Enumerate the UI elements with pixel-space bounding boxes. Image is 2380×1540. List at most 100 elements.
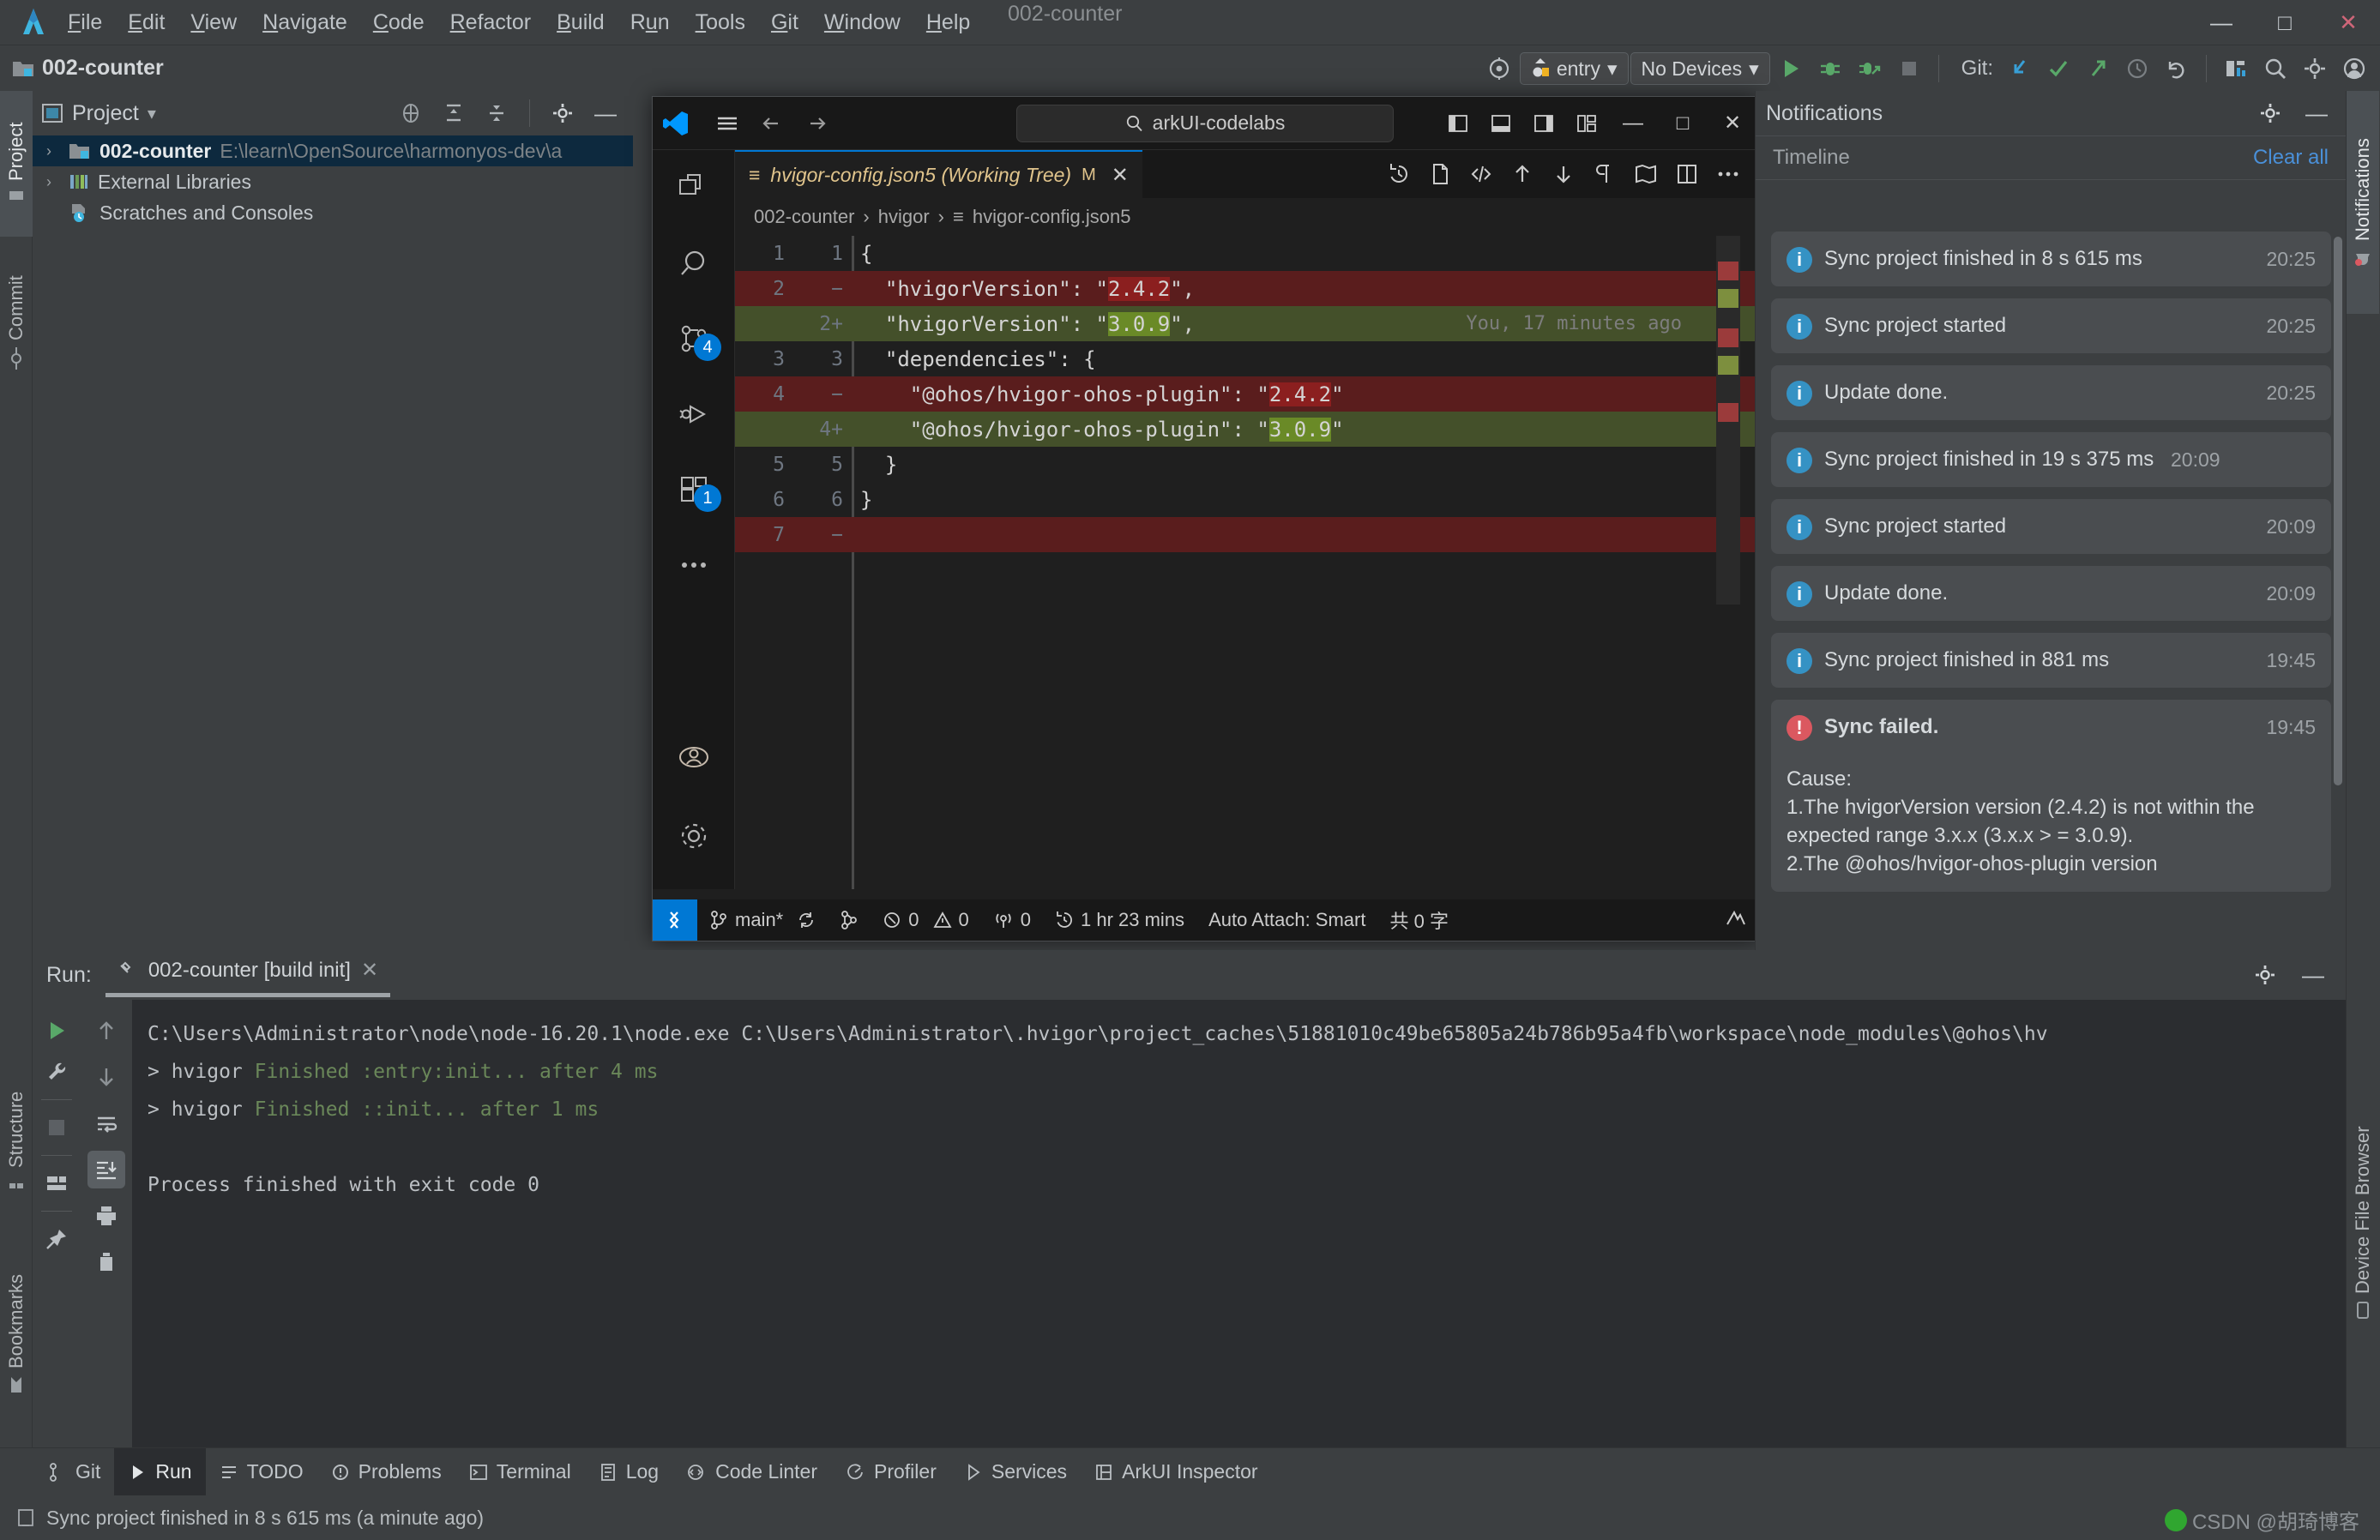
- device-selector[interactable]: No Devices ▾: [1630, 52, 1770, 85]
- vscode-maximize-button[interactable]: □: [1658, 97, 1708, 150]
- accounts-icon[interactable]: [653, 719, 735, 795]
- status-git-graph[interactable]: [828, 899, 871, 941]
- project-chip[interactable]: 002-counter: [12, 56, 164, 81]
- print-icon[interactable]: [87, 1197, 125, 1235]
- minimize-button[interactable]: —: [2190, 0, 2253, 45]
- sidebar-item-bookmarks[interactable]: Bookmarks: [0, 1240, 33, 1429]
- tree-item-project-root[interactable]: › 002-counter E:\learn\OpenSource\harmon…: [33, 135, 633, 166]
- chevron-right-icon[interactable]: ›: [46, 173, 60, 191]
- toggle-secondary-sidebar-icon[interactable]: [1522, 97, 1565, 150]
- menu-tools[interactable]: Tools: [683, 8, 758, 37]
- layout-settings-icon[interactable]: [38, 1164, 75, 1202]
- open-file-icon[interactable]: [1421, 150, 1459, 198]
- settings-gear-icon[interactable]: [2296, 50, 2334, 87]
- status-branch[interactable]: main*: [697, 899, 828, 941]
- bottom-tab-terminal[interactable]: Terminal: [455, 1448, 585, 1496]
- collapse-all-icon[interactable]: [478, 94, 515, 132]
- stop-icon[interactable]: [38, 1109, 75, 1146]
- command-center-search[interactable]: arkUI-codelabs: [1016, 104, 1394, 142]
- more-actions-icon[interactable]: [1709, 150, 1747, 198]
- sidebar-item-notifications[interactable]: Notifications: [2347, 91, 2379, 314]
- debug-button[interactable]: [1811, 50, 1849, 87]
- close-icon[interactable]: ✕: [361, 958, 378, 983]
- git-push-icon[interactable]: [2079, 50, 2117, 87]
- previous-change-icon[interactable]: [1503, 150, 1541, 198]
- notification-item[interactable]: i Sync project finished in 881 ms 19:45: [1771, 633, 2331, 688]
- customize-layout-icon[interactable]: [1565, 97, 1608, 150]
- target-device-icon[interactable]: [1480, 50, 1518, 87]
- stop-button[interactable]: [1890, 50, 1928, 87]
- bottom-tab-run[interactable]: Run: [114, 1447, 206, 1496]
- undo-icon[interactable]: [2158, 50, 2196, 87]
- notifications-scrollbar[interactable]: [2334, 237, 2342, 785]
- sidebar-item-commit[interactable]: Commit: [0, 245, 33, 400]
- git-commit-check-icon[interactable]: [2040, 50, 2077, 87]
- toggle-primary-sidebar-icon[interactable]: [1437, 97, 1479, 150]
- status-timer[interactable]: 1 hr 23 mins: [1043, 899, 1196, 941]
- menu-edit[interactable]: Edit: [115, 8, 178, 37]
- notifications-settings-gear-icon[interactable]: [2251, 94, 2289, 132]
- menu-file[interactable]: File: [55, 8, 115, 37]
- menu-view[interactable]: View: [178, 8, 250, 37]
- search-icon[interactable]: [653, 226, 735, 301]
- menu-help[interactable]: Help: [913, 8, 983, 37]
- sidebar-item-device-file-browser[interactable]: Device File Browser: [2347, 1086, 2379, 1360]
- sidebar-item-structure[interactable]: Structure: [0, 1060, 33, 1223]
- run-configuration-tab[interactable]: 002-counter [build init] ✕: [105, 953, 391, 997]
- vscode-close-button[interactable]: ✕: [1708, 97, 1757, 150]
- chevron-right-icon[interactable]: ›: [46, 142, 60, 160]
- breadcrumb-item-folder[interactable]: hvigor: [878, 206, 930, 228]
- account-icon[interactable]: [2335, 50, 2373, 87]
- rerun-icon[interactable]: [38, 1012, 75, 1050]
- menu-build[interactable]: Build: [544, 8, 618, 37]
- toggle-panel-icon[interactable]: [1479, 97, 1522, 150]
- edit-configuration-wrench-icon[interactable]: [38, 1053, 75, 1091]
- hide-notifications-icon[interactable]: —: [2298, 94, 2335, 132]
- menu-refactor[interactable]: Refactor: [437, 8, 545, 37]
- run-config-selector[interactable]: entry ▾: [1519, 52, 1629, 85]
- notification-item[interactable]: i Update done. 20:09: [1771, 566, 2331, 621]
- hide-panel-icon[interactable]: —: [587, 94, 624, 132]
- bottom-tab-profiler[interactable]: Profiler: [831, 1448, 950, 1496]
- run-button[interactable]: [1772, 50, 1810, 87]
- attach-debugger-button[interactable]: [1851, 50, 1889, 87]
- manage-settings-gear-icon[interactable]: [653, 798, 735, 874]
- soft-wrap-icon[interactable]: [87, 1104, 125, 1142]
- search-icon[interactable]: [2256, 50, 2294, 87]
- pin-tab-icon[interactable]: [38, 1220, 75, 1258]
- run-console-output[interactable]: C:\Users\Administrator\node\node-16.20.1…: [132, 1000, 2346, 1470]
- bottom-tab-services[interactable]: Services: [950, 1448, 1081, 1496]
- toggle-inline-view-icon[interactable]: [1462, 150, 1500, 198]
- delete-trash-icon[interactable]: [87, 1243, 125, 1281]
- down-arrow-icon[interactable]: [87, 1058, 125, 1096]
- next-change-icon[interactable]: [1545, 150, 1582, 198]
- notification-item-error[interactable]: ! Sync failed. 19:45 Cause: 1.The hvigor…: [1771, 700, 2331, 892]
- run-and-debug-icon[interactable]: [653, 376, 735, 452]
- menu-code[interactable]: Code: [360, 8, 437, 37]
- diff-editor[interactable]: 1 1 { 2 − "hvigorVersion": "2.4.2", 2+ "…: [735, 236, 1759, 889]
- hide-run-panel-icon[interactable]: —: [2294, 956, 2332, 994]
- notifications-list[interactable]: i Sync project finished in 8 s 615 ms 20…: [1756, 225, 2347, 950]
- bottom-tab-log[interactable]: Log: [585, 1448, 672, 1496]
- open-changes-history-icon[interactable]: [1380, 150, 1418, 198]
- notification-item[interactable]: i Sync project finished in 19 s 375 ms 2…: [1771, 432, 2331, 487]
- menu-git[interactable]: Git: [758, 8, 811, 37]
- editor-tab-hvigor-config[interactable]: ≡ hvigor-config.json5 (Working Tree) M ✕: [735, 150, 1142, 198]
- tree-item-external-libraries[interactable]: › External Libraries: [33, 166, 633, 197]
- up-arrow-icon[interactable]: [87, 1012, 125, 1050]
- back-arrow-icon[interactable]: [759, 112, 785, 135]
- clear-all-button[interactable]: Clear all: [2253, 146, 2329, 170]
- sync-icon[interactable]: [797, 911, 816, 929]
- menu-navigate[interactable]: Navigate: [250, 8, 360, 37]
- more-actions-icon[interactable]: [653, 527, 735, 603]
- menu-window[interactable]: Window: [811, 8, 913, 37]
- menu-run[interactable]: Run: [618, 8, 683, 37]
- sidebar-item-project[interactable]: Project: [0, 91, 33, 237]
- project-settings-gear-icon[interactable]: [544, 94, 581, 132]
- forward-arrow-icon[interactable]: [804, 112, 829, 135]
- select-opened-file-icon[interactable]: [392, 94, 430, 132]
- bottom-tab-todo[interactable]: TODO: [206, 1448, 317, 1496]
- notification-item[interactable]: i Sync project started 20:25: [1771, 298, 2331, 353]
- status-ports[interactable]: 0: [981, 899, 1043, 941]
- status-errors-warnings[interactable]: 0 0: [871, 899, 981, 941]
